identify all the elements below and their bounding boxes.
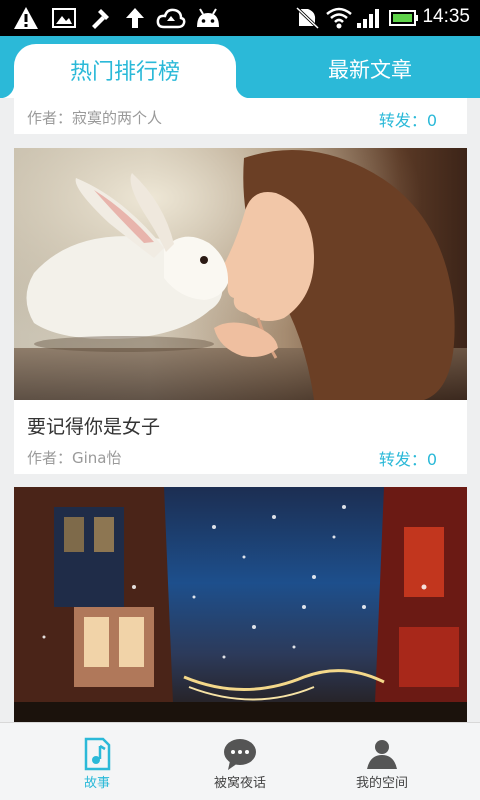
article-cover-image: [14, 148, 467, 400]
article-card[interactable]: 作者：寂寞的两个人 转发：0: [14, 98, 467, 134]
tab-hot-ranking[interactable]: 热门排行榜: [0, 44, 250, 98]
nav-label-my-space: 我的空间: [355, 776, 408, 791]
mute-icon: [295, 5, 321, 31]
battery-icon: [389, 5, 419, 31]
signal-icon: [356, 5, 382, 31]
nav-label-night-talk: 被窝夜话: [213, 776, 266, 791]
chat-bubble-icon: [222, 737, 258, 771]
article-share-count[interactable]: 转发：0: [379, 446, 437, 470]
nav-label-stories: 故事: [83, 776, 110, 791]
article-author: 作者：Gina怡: [27, 449, 122, 467]
article-title[interactable]: 要记得你是女子: [27, 412, 160, 439]
tab-bar: 热门排行榜 最新文章: [0, 36, 480, 98]
tools-icon: [88, 5, 112, 31]
cloud-icon: [156, 5, 186, 31]
article-share-count[interactable]: 转发：0: [379, 107, 437, 131]
nav-item-night-talk[interactable]: 被窝夜话: [160, 723, 320, 800]
android-icon: [194, 5, 222, 31]
clock-time: 14:35: [422, 6, 470, 27]
bottom-navigation: 故事 被窝夜话 我的空间: [0, 722, 480, 800]
nav-item-stories[interactable]: 故事: [17, 723, 177, 800]
document-music-icon: [79, 737, 115, 771]
article-card[interactable]: 要记得你是女子 作者：Gina怡 转发：0: [14, 148, 467, 474]
status-bar: 14:35: [0, 0, 480, 36]
tab-hot-ranking-label: 热门排行榜: [69, 60, 180, 85]
image-icon: [52, 5, 76, 31]
article-list[interactable]: 作者：寂寞的两个人 转发：0 要记得你是女子 作者：Gina怡 转发：0: [0, 98, 480, 722]
article-card[interactable]: [14, 487, 467, 722]
nav-item-my-space[interactable]: 我的空间: [302, 723, 462, 800]
tab-latest-articles[interactable]: 最新文章: [260, 54, 480, 84]
upload-icon: [124, 5, 146, 31]
wifi-icon: [326, 5, 352, 31]
article-cover-image: [14, 487, 467, 722]
warning-icon: [12, 5, 40, 31]
person-icon: [364, 737, 400, 771]
article-author: 作者：寂寞的两个人: [27, 109, 163, 127]
